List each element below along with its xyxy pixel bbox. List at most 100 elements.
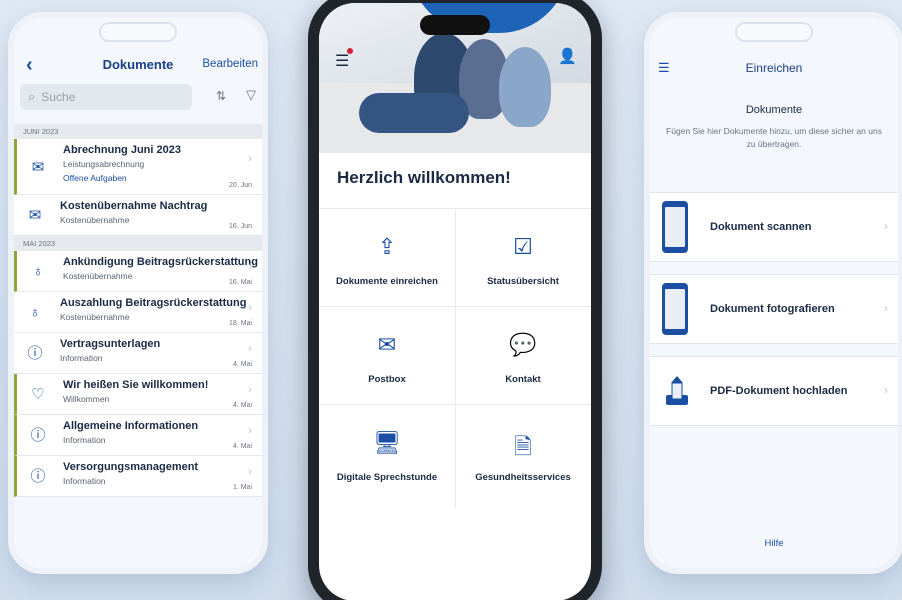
list-item[interactable]: ♡ Wir heißen Sie willkommen! Willkommen …: [14, 374, 262, 415]
upload-tray-icon: [666, 376, 688, 405]
list-item[interactable]: ⓘ Versorgungsmanagement Information › 1.…: [14, 456, 262, 497]
documents-header: ‹ Dokumente Bearbeiten: [14, 48, 262, 82]
heart-hands-icon: ♡: [31, 386, 45, 403]
money-bag-icon: ♁: [32, 263, 44, 280]
section-heading: Dokumente: [745, 104, 803, 116]
phone-notch: [99, 22, 177, 42]
item-date: 4. Mai: [232, 402, 252, 409]
checklist-icon: ☑: [513, 234, 533, 259]
phone-camera-icon: [662, 283, 688, 335]
help-link[interactable]: Hilfe: [650, 538, 898, 549]
document-heart-icon: 🗎: [514, 434, 532, 459]
section-header: JUNI 2023: [14, 124, 262, 139]
documents-phone: ‹ Dokumente Bearbeiten ⌕ Suche ⇅ ▽ JUNI …: [8, 12, 268, 574]
list-item[interactable]: ✉ Kostenübernahme Nachtrag Kostenübernah…: [14, 195, 262, 236]
tile-label: Statusübersicht: [487, 276, 559, 287]
list-item[interactable]: ✉ Abrechnung Juni 2023 Leistungsabrechnu…: [14, 139, 262, 195]
scan-document-option[interactable]: Dokument scannen ›: [650, 192, 898, 262]
chat-icon: 💬: [509, 332, 537, 357]
phone-notch: [735, 22, 813, 42]
item-title: Abrechnung Juni 2023: [63, 144, 181, 156]
item-subtitle: Leistungsabrechnung: [63, 159, 145, 169]
list-item[interactable]: ⓘ Allgemeine Informationen Information ›…: [14, 415, 262, 456]
item-subtitle: Information: [63, 435, 106, 445]
item-title: Kostenübernahme Nachtrag: [60, 200, 208, 212]
chevron-right-icon: ›: [248, 151, 252, 165]
monitor-stethoscope-icon: 🖥: [373, 430, 401, 455]
tile-digital-consultation[interactable]: 🖥 Digitale Sprechstunde: [319, 404, 455, 502]
item-title: Vertragsunterlagen: [60, 338, 161, 350]
person-graphic: [359, 93, 469, 133]
chevron-right-icon: ›: [248, 341, 252, 355]
tile-submit-documents[interactable]: ⇪ Dokumente einreichen: [319, 208, 455, 306]
tile-contact[interactable]: 💬 Kontakt: [455, 306, 591, 404]
item-title: Auszahlung Beitragsrückerstattung: [60, 297, 247, 309]
chevron-right-icon: ›: [248, 423, 252, 437]
user-icon[interactable]: 👤: [558, 47, 577, 65]
chevron-right-icon: ›: [248, 382, 252, 396]
sort-icon[interactable]: ⇅: [216, 89, 226, 103]
item-task-link[interactable]: Offene Aufgaben: [63, 173, 127, 183]
list-item[interactable]: ⓘ Vertragsunterlagen Information › 4. Ma…: [14, 333, 262, 374]
tile-status-overview[interactable]: ☑ Statusübersicht: [455, 208, 591, 306]
chevron-right-icon: ›: [248, 464, 252, 478]
tile-label: Digitale Sprechstunde: [336, 472, 438, 483]
tile-label: Gesundheitsservices: [475, 472, 571, 483]
item-title: Ankündigung Beitragsrückerstattung: [63, 256, 258, 268]
submit-phone: ☰ Einreichen Dokumente Fügen Sie hier Do…: [644, 12, 902, 574]
chevron-right-icon: ›: [884, 301, 888, 315]
tile-health-services[interactable]: 🗎 Gesundheitsservices: [455, 404, 591, 502]
money-bag-icon: ♁: [29, 304, 41, 321]
envelope-icon: ✉: [28, 207, 42, 224]
item-date: 4. Mai: [232, 443, 252, 450]
option-label: PDF-Dokument hochladen: [710, 385, 848, 397]
home-screen: ☰ 👤 Herzlich willkommen! ⇪ Dokumente ein…: [319, 3, 591, 600]
option-label: Dokument scannen: [710, 221, 812, 233]
hamburger-icon[interactable]: ☰: [335, 51, 349, 71]
item-subtitle: Information: [60, 353, 103, 363]
list-item[interactable]: ♁ Ankündigung Beitragsrückerstattung Kos…: [14, 251, 262, 292]
option-label: Dokument fotografieren: [710, 303, 835, 315]
search-row: ⌕ Suche ⇅ ▽: [20, 84, 256, 112]
section-description: Fügen Sie hier Dokumente hinzu, um diese…: [666, 126, 882, 150]
tile-postbox[interactable]: ✉ Postbox: [319, 306, 455, 404]
info-icon: ⓘ: [30, 427, 46, 444]
item-date: 16. Jun: [229, 223, 252, 230]
item-subtitle: Information: [63, 476, 106, 486]
search-input[interactable]: ⌕ Suche: [20, 84, 192, 110]
chevron-right-icon: ›: [248, 259, 252, 273]
intro-section: Dokumente Fügen Sie hier Dokumente hinzu…: [650, 92, 898, 192]
dynamic-island: [420, 15, 490, 35]
item-title: Allgemeine Informationen: [63, 420, 199, 432]
item-subtitle: Willkommen: [63, 394, 110, 404]
submit-header: ☰ Einreichen: [650, 48, 898, 88]
upload-pdf-option[interactable]: PDF-Dokument hochladen ›: [650, 356, 898, 426]
tile-label: Kontakt: [505, 374, 541, 385]
info-icon: ⓘ: [27, 345, 43, 362]
item-date: 20. Jun: [229, 182, 252, 189]
edit-button[interactable]: Bearbeiten: [202, 58, 258, 70]
info-icon: ⓘ: [30, 468, 46, 485]
document-list: JUNI 2023 ✉ Abrechnung Juni 2023 Leistun…: [14, 124, 262, 497]
chevron-right-icon: ›: [884, 219, 888, 233]
chevron-right-icon: ›: [884, 383, 888, 397]
home-phone: ☰ 👤 Herzlich willkommen! ⇪ Dokumente ein…: [308, 0, 602, 600]
phone-scan-icon: [662, 201, 688, 253]
person-graphic: [499, 47, 551, 127]
page-title: Einreichen: [745, 61, 803, 75]
item-subtitle: Kostenübernahme: [63, 271, 133, 281]
envelope-icon: ✉: [377, 332, 397, 357]
tile-label: Postbox: [368, 374, 406, 385]
tile-label: Dokumente einreichen: [336, 276, 438, 287]
section-header: MAI 2023: [14, 236, 262, 251]
photo-document-option[interactable]: Dokument fotografieren ›: [650, 274, 898, 344]
welcome-heading: Herzlich willkommen!: [337, 168, 511, 187]
filter-icon[interactable]: ▽: [246, 87, 256, 103]
list-item[interactable]: ♁ Auszahlung Beitragsrückerstattung Kost…: [14, 292, 262, 333]
item-title: Versorgungsmanagement: [63, 461, 199, 473]
item-title: Wir heißen Sie willkommen!: [63, 379, 209, 391]
envelope-icon: ✉: [31, 159, 45, 176]
upload-icon: ⇪: [377, 234, 397, 259]
search-icon: ⌕: [28, 89, 36, 104]
item-date: 18. Mai: [229, 320, 252, 327]
